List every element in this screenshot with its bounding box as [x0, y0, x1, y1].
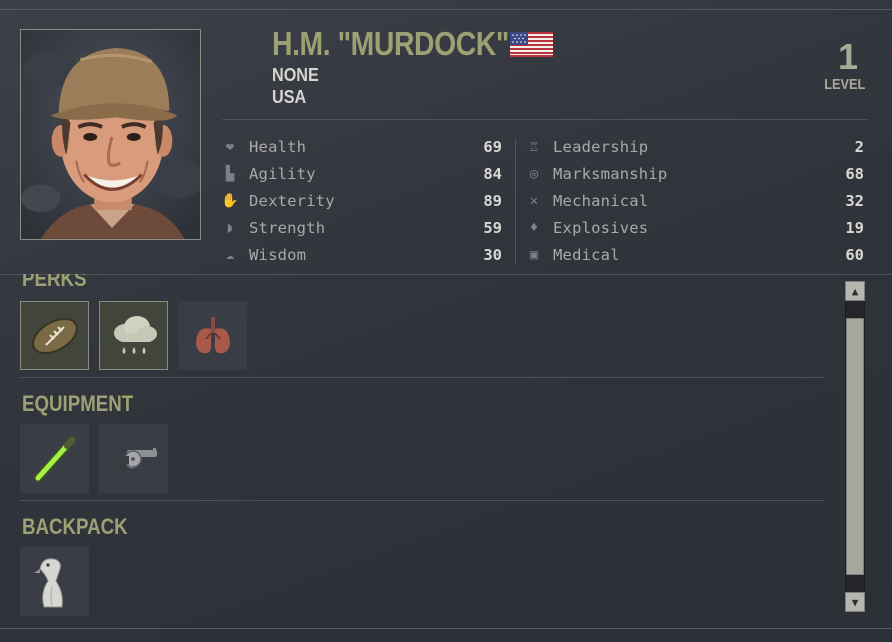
stat-dexterity[interactable]: ✋ Dexterity 89: [221, 191, 502, 211]
stat-value: 84: [483, 165, 502, 183]
perks-divider: [20, 377, 825, 378]
usa-flag-icon: [510, 32, 553, 57]
grenade-icon: ♦: [529, 220, 539, 236]
stats-bottom-divider: [0, 274, 892, 275]
stat-mechanical[interactable]: ✕ Mechanical 32: [525, 191, 864, 211]
scrollbar[interactable]: ▲ ▼: [845, 281, 865, 612]
stat-marksmanship[interactable]: ◎ Marksmanship 68: [525, 164, 864, 184]
level-label: LEVEL: [823, 76, 865, 93]
target-icon: ◎: [529, 166, 539, 182]
perks-title: PERKS: [22, 266, 87, 291]
stat-explosives[interactable]: ♦ Explosives 19: [525, 218, 864, 238]
football-icon: [31, 317, 78, 354]
stat-value: 60: [845, 246, 864, 264]
backpack-slot-rubber-chicken[interactable]: [20, 547, 89, 616]
stat-label: Leadership: [553, 138, 649, 156]
wrench-icon: ✕: [529, 193, 539, 209]
boot-icon: ▙: [225, 166, 235, 182]
perk-slot-lungs[interactable]: [178, 301, 247, 370]
glowstick-icon: [33, 435, 76, 482]
medal-icon: ♖: [529, 139, 539, 155]
stat-value: 69: [483, 138, 502, 156]
mercenary-portrait: [20, 29, 201, 240]
equipment-slot-revolver[interactable]: [99, 424, 168, 493]
equipment-title: EQUIPMENT: [22, 391, 134, 416]
stat-value: 32: [845, 192, 864, 210]
lungs-icon: [195, 316, 230, 353]
stat-strength[interactable]: ◗ Strength 59: [221, 218, 502, 238]
triangle-down-icon: ▼: [851, 595, 859, 609]
stat-label: Health: [249, 138, 307, 156]
stats-column-divider: [515, 138, 516, 265]
heart-icon: ❤: [225, 139, 235, 155]
stat-value: 68: [845, 165, 864, 183]
brain-icon: ☁: [225, 247, 235, 263]
level-number: 1: [837, 36, 858, 77]
stat-label: Strength: [249, 219, 326, 237]
stat-health[interactable]: ❤ Health 69: [221, 137, 502, 157]
stat-label: Explosives: [553, 219, 649, 237]
stat-value: 30: [483, 246, 502, 264]
bicep-icon: ◗: [225, 220, 235, 236]
scroll-thumb[interactable]: [846, 318, 864, 575]
perk-slot-rain-cloud[interactable]: [99, 301, 168, 370]
stat-label: Dexterity: [249, 192, 335, 210]
nationality: USA: [272, 87, 307, 107]
stat-label: Marksmanship: [553, 165, 668, 183]
bottom-border: [0, 628, 892, 629]
stat-medical[interactable]: ▣ Medical 60: [525, 245, 864, 265]
triangle-up-icon: ▲: [851, 284, 859, 298]
equipment-divider: [20, 500, 825, 501]
scroll-up-button[interactable]: ▲: [845, 281, 865, 301]
stat-leadership[interactable]: ♖ Leadership 2: [525, 137, 864, 157]
perk-slot-football[interactable]: [20, 301, 89, 370]
stat-value: 2: [854, 138, 864, 156]
rubber-chicken-icon: [33, 557, 63, 607]
header-divider: [222, 119, 868, 120]
top-border: [0, 9, 892, 10]
stat-value: 59: [483, 219, 502, 237]
revolver-icon: [110, 447, 157, 476]
merc-name: H.M. "MURDOCK": [272, 25, 509, 62]
stat-wisdom[interactable]: ☁ Wisdom 30: [221, 245, 502, 265]
stat-value: 89: [483, 192, 502, 210]
stat-label: Agility: [249, 165, 316, 183]
equipment-slot-glowstick[interactable]: [20, 424, 89, 493]
medkit-icon: ▣: [529, 247, 539, 263]
stat-label: Wisdom: [249, 246, 307, 264]
rain-cloud-icon: [113, 315, 157, 354]
stat-value: 19: [845, 219, 864, 237]
backpack-title: BACKPACK: [22, 514, 128, 539]
affiliation: NONE: [272, 65, 319, 85]
stat-label: Mechanical: [553, 192, 649, 210]
scroll-down-button[interactable]: ▼: [845, 592, 865, 612]
stat-label: Medical: [553, 246, 620, 264]
name-row: H.M. "MURDOCK": [272, 25, 553, 62]
hand-icon: ✋: [221, 193, 239, 209]
stat-agility[interactable]: ▙ Agility 84: [221, 164, 502, 184]
